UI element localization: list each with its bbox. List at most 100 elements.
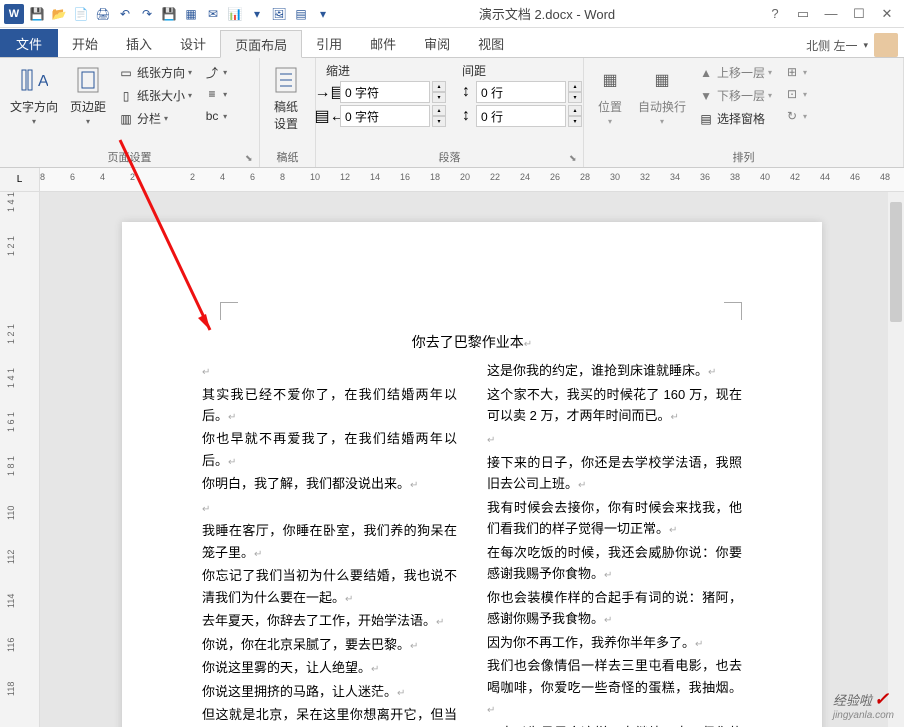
tab-file[interactable]: 文件 bbox=[0, 29, 58, 57]
paragraph[interactable]: 这是你我的约定，谁抢到床谁就睡床。 bbox=[487, 360, 742, 382]
position-button[interactable]: ▦ 位置 ▾ bbox=[590, 62, 630, 128]
paragraph[interactable]: 这个家不大，我买的时候花了 160 万，现在可以卖 2 万，才两年时间而已。 bbox=[487, 384, 742, 427]
paragraph[interactable]: 因为你不再工作，我养你半年多了。 bbox=[487, 632, 742, 654]
ruler-vertical[interactable]: 1 4 11 2 11 2 11 4 11 6 11 8 11101121141… bbox=[0, 192, 40, 727]
ribbon-options-icon[interactable]: ▭ bbox=[792, 4, 814, 24]
undo-icon[interactable]: ↶ bbox=[116, 5, 134, 23]
save-icon[interactable]: 💾 bbox=[28, 5, 46, 23]
text-direction-button[interactable]: A 文字方向 ▾ bbox=[6, 62, 62, 128]
paragraph[interactable]: 你忘记了我们当初为什么要结婚，我也说不清我们为什么要在一起。 bbox=[202, 565, 457, 608]
rotate-button[interactable]: ↻▾ bbox=[780, 106, 811, 126]
scrollbar-vertical[interactable] bbox=[888, 192, 904, 727]
close-icon[interactable]: ✕ bbox=[876, 4, 898, 24]
bring-forward-icon: ▲ bbox=[698, 65, 714, 81]
print-icon[interactable]: 🖨 bbox=[94, 5, 112, 23]
qat6-icon[interactable]: ✉ bbox=[204, 5, 222, 23]
margins-button[interactable]: 页边距 ▾ bbox=[66, 62, 110, 128]
save2-icon[interactable]: 💾 bbox=[160, 5, 178, 23]
paragraph[interactable]: 你说这里拥挤的马路，让人迷茫。 bbox=[202, 681, 457, 703]
spacing-after-input[interactable]: 0 行 bbox=[476, 105, 566, 127]
spinner-down[interactable]: ▾ bbox=[432, 92, 446, 103]
tab-review[interactable]: 审阅 bbox=[410, 29, 464, 57]
columns-button[interactable]: ▥ 分栏 ▾ bbox=[114, 108, 196, 129]
line-numbers-button[interactable]: ≡▾ bbox=[200, 84, 231, 104]
spinner-down[interactable]: ▾ bbox=[568, 116, 582, 127]
user-dropdown-icon[interactable]: ▾ bbox=[863, 40, 868, 51]
ruler-corner[interactable]: L bbox=[0, 168, 40, 191]
tab-page-layout[interactable]: 页面布局 bbox=[220, 30, 302, 58]
spacing-after-icon: ↕ bbox=[458, 108, 474, 124]
size-button[interactable]: ▯ 纸张大小 ▾ bbox=[114, 85, 196, 106]
paragraph[interactable] bbox=[202, 360, 457, 382]
spacing-before-input[interactable]: 0 行 bbox=[476, 81, 566, 103]
group-manuscript: 稿纸设置 稿纸 bbox=[260, 58, 316, 167]
hyphenation-button[interactable]: bc▾ bbox=[200, 106, 231, 126]
spinner-down[interactable]: ▾ bbox=[568, 92, 582, 103]
bring-forward-button[interactable]: ▲上移一层▾ bbox=[694, 62, 776, 83]
paragraph[interactable]: 去年夏天，你辞去了工作，开始学法语。 bbox=[202, 610, 457, 632]
spinner-down[interactable]: ▾ bbox=[432, 116, 446, 127]
minimize-icon[interactable]: — bbox=[820, 4, 842, 24]
indent-right-input[interactable]: 0 字符 bbox=[340, 105, 430, 127]
tab-insert[interactable]: 插入 bbox=[112, 29, 166, 57]
indent-right-icon: ▤← bbox=[322, 108, 338, 124]
qat-more-icon[interactable]: ▾ bbox=[314, 5, 332, 23]
open-icon[interactable]: 📂 bbox=[50, 5, 68, 23]
manuscript-button[interactable]: 稿纸设置 bbox=[266, 62, 306, 134]
paragraph[interactable]: 但这就是北京，呆在这里你想离开它，但当离开以后就会迫不及待想回来。 bbox=[202, 704, 457, 727]
paragraph[interactable]: 我有时候会去接你，你有时候会来找我，他们看我们的样子觉得一切正常。 bbox=[487, 497, 742, 540]
indent-label: 缩进 bbox=[322, 62, 446, 79]
paragraph[interactable] bbox=[487, 428, 742, 450]
ruler-horizontal[interactable]: 8642246810121416182022242628303234363840… bbox=[40, 168, 904, 191]
tab-home[interactable]: 开始 bbox=[58, 29, 112, 57]
document-body[interactable]: 其实我已经不爱你了，在我们结婚两年以后。你也早就不再爱我了，在我们结婚两年以后。… bbox=[202, 360, 742, 727]
tab-mailings[interactable]: 邮件 bbox=[356, 29, 410, 57]
help-icon[interactable]: ? bbox=[764, 4, 786, 24]
orientation-button[interactable]: ▭ 纸张方向 ▾ bbox=[114, 62, 196, 83]
paragraph-launcher[interactable]: ⬊ bbox=[569, 153, 581, 165]
tab-design[interactable]: 设计 bbox=[166, 29, 220, 57]
qat10-icon[interactable]: ▤ bbox=[292, 5, 310, 23]
scroll-thumb[interactable] bbox=[890, 202, 902, 322]
user-name[interactable]: 北侧 左一 bbox=[806, 37, 857, 54]
qat7-icon[interactable]: 📊 bbox=[226, 5, 244, 23]
tab-view[interactable]: 视图 bbox=[464, 29, 518, 57]
qat8-icon[interactable]: ▾ bbox=[248, 5, 266, 23]
group-arrange: ▦ 位置 ▾ ▦ 自动换行 ▾ ▲上移一层▾ ▼下移一层▾ ▤选择窗格 ⊞▾ ⊡… bbox=[584, 58, 904, 167]
breaks-button[interactable]: ⤴▾ bbox=[200, 62, 231, 82]
page-setup-launcher[interactable]: ⬊ bbox=[245, 153, 257, 165]
avatar[interactable] bbox=[874, 33, 898, 57]
manuscript-icon bbox=[270, 64, 302, 96]
paragraph[interactable] bbox=[202, 497, 457, 519]
maximize-icon[interactable]: ☐ bbox=[848, 4, 870, 24]
paragraph[interactable]: 你也早就不再爱我了，在我们结婚两年以后。 bbox=[202, 428, 457, 471]
redo-icon[interactable]: ↷ bbox=[138, 5, 156, 23]
wrap-text-button[interactable]: ▦ 自动换行 ▾ bbox=[634, 62, 690, 128]
paragraph[interactable]: 接下来的日子，你还是去学校学法语，我照旧去公司上班。 bbox=[487, 452, 742, 495]
indent-left-input[interactable]: 0 字符 bbox=[340, 81, 430, 103]
paragraph[interactable]: 我睡在客厅，你睡在卧室，我们养的狗呆在笼子里。 bbox=[202, 520, 457, 563]
group-button[interactable]: ⊡▾ bbox=[780, 84, 811, 104]
paragraph[interactable]: 在每次吃饭的时候，我还会威胁你说：你要感谢我赐予你食物。 bbox=[487, 542, 742, 585]
qat5-icon[interactable]: ▦ bbox=[182, 5, 200, 23]
paragraph[interactable]: 你明白，我了解，我们都没说出来。 bbox=[202, 473, 457, 495]
spinner-up[interactable]: ▴ bbox=[432, 81, 446, 92]
spinner-up[interactable]: ▴ bbox=[568, 81, 582, 92]
paragraph[interactable]: 一直以为日子会这样一直继续下去，但你的法语越来越好，已经可以看懂让.雷诺的电影字… bbox=[487, 722, 742, 727]
new-icon[interactable]: 📄 bbox=[72, 5, 90, 23]
tab-references[interactable]: 引用 bbox=[302, 29, 356, 57]
qat9-icon[interactable]: 🖼 bbox=[270, 5, 288, 23]
document-title[interactable]: 你去了巴黎作业本 bbox=[202, 332, 742, 352]
paragraph[interactable]: 你说这里雾的天，让人绝望。 bbox=[202, 657, 457, 679]
send-backward-button[interactable]: ▼下移一层▾ bbox=[694, 85, 776, 106]
spinner-up[interactable]: ▴ bbox=[568, 105, 582, 116]
word-app-icon[interactable]: W bbox=[4, 4, 24, 24]
paragraph[interactable]: 你说，你在北京呆腻了，要去巴黎。 bbox=[202, 634, 457, 656]
paragraph[interactable]: 我们也会像情侣一样去三里屯看电影，也去喝咖啡，你爱吃一些奇怪的蛋糕，我抽烟。 bbox=[487, 655, 742, 719]
page-wrapper[interactable]: 你去了巴黎作业本 其实我已经不爱你了，在我们结婚两年以后。你也早就不再爱我了，在… bbox=[40, 192, 904, 727]
align-button[interactable]: ⊞▾ bbox=[780, 62, 811, 82]
selection-pane-button[interactable]: ▤选择窗格 bbox=[694, 108, 776, 129]
paragraph[interactable]: 其实我已经不爱你了，在我们结婚两年以后。 bbox=[202, 384, 457, 427]
spinner-up[interactable]: ▴ bbox=[432, 105, 446, 116]
paragraph[interactable]: 你也会装模作样的合起手有词的说：猪阿，感谢你赐予我食物。 bbox=[487, 587, 742, 630]
